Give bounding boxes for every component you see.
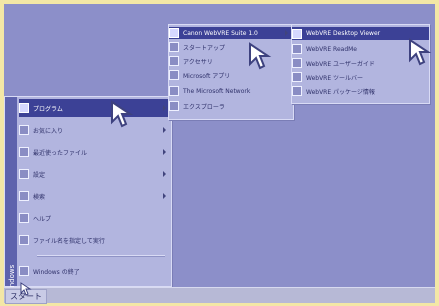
mouse-pointer-icon	[409, 38, 432, 66]
search-icon	[19, 191, 29, 201]
settings-icon	[19, 169, 29, 179]
start-menu-item-label: お気に入り	[33, 127, 64, 135]
start-menu-item-label: 最近使ったファイル	[33, 149, 88, 157]
favorites-folder-icon	[19, 125, 29, 135]
viewer-icon	[292, 28, 302, 39]
submenu-item-label: WebVRE パッケージ情報	[306, 88, 375, 96]
submenu-item-label: WebVRE ツールバー	[306, 74, 364, 82]
start-menu-item-favorites[interactable]: お気に入り	[19, 121, 171, 139]
programs-menu-item-explorer[interactable]: エクスプローラ	[169, 100, 293, 112]
mouse-pointer-icon	[20, 282, 32, 296]
start-menu-item-label: プログラム	[33, 105, 63, 113]
submenu-arrow-icon	[163, 149, 166, 155]
windows-side-label: Windows	[8, 264, 16, 296]
start-menu-item-help[interactable]: ヘルプ	[19, 209, 171, 227]
programs-menu-item-label: スタートアップ	[183, 44, 226, 52]
programs-menu-item-microsoft-apps[interactable]: Microsoft アプリ	[169, 69, 293, 81]
start-menu-item-label: 設定	[33, 171, 46, 179]
programs-menu-item-label: The Microsoft Network	[183, 87, 251, 95]
program-folder-icon	[169, 42, 179, 52]
programs-menu-item-label: アクセサリ	[183, 58, 213, 66]
start-menu-item-label: ファイル名を指定して実行	[33, 237, 105, 245]
submenu-item-label: WebVRE ユーザーガイド	[306, 60, 375, 68]
documents-icon	[19, 147, 29, 157]
explorer-icon	[169, 101, 179, 111]
start-menu-item-search[interactable]: 検索	[19, 187, 171, 205]
submenu-arrow-icon	[163, 171, 166, 177]
start-menu-item-run[interactable]: ファイル名を指定して実行	[19, 231, 171, 249]
submenu-arrow-icon	[163, 105, 166, 111]
submenu-item-label: WebVRE Desktop Viewer	[306, 30, 381, 37]
mouse-pointer-icon	[249, 42, 272, 70]
programs-menu: Canon WebVRE Suite 1.0 スタートアップ アクセサリ Mic…	[168, 24, 294, 120]
start-menu-item-label: ヘルプ	[33, 215, 52, 223]
document-icon	[292, 44, 302, 54]
program-folder-icon	[169, 28, 179, 38]
programs-menu-item-label: Microsoft アプリ	[183, 72, 231, 80]
start-menu-item-label: Windows の終了	[33, 268, 80, 276]
start-menu-item-programs[interactable]: プログラム	[19, 99, 171, 117]
start-menu: Windows プログラム お気に入り 最近使ったファイル 設定 検索 ヘルプ …	[4, 96, 172, 296]
shutdown-icon	[19, 266, 29, 276]
run-icon	[19, 235, 29, 245]
start-menu-item-label: 検索	[33, 193, 46, 201]
program-folder-icon	[169, 56, 179, 66]
submenu-arrow-icon	[285, 30, 288, 36]
network-icon	[169, 86, 179, 96]
start-menu-item-documents[interactable]: 最近使ったファイル	[19, 143, 171, 161]
start-menu-side-banner: Windows	[5, 97, 17, 296]
mouse-pointer-icon	[111, 100, 134, 128]
programs-menu-item-label: Canon WebVRE Suite 1.0	[183, 29, 258, 37]
guide-icon	[292, 58, 302, 68]
taskbar: スタート	[4, 287, 435, 304]
submenu-item-toolbar[interactable]: WebVRE ツールバー	[292, 71, 429, 83]
submenu-item-label: WebVRE ReadMe	[306, 45, 357, 53]
toolbar-icon	[292, 72, 302, 82]
help-icon	[19, 213, 29, 223]
programs-menu-item-msn[interactable]: The Microsoft Network	[169, 85, 293, 97]
start-menu-item-settings[interactable]: 設定	[19, 165, 171, 183]
programs-folder-icon	[19, 103, 29, 113]
start-menu-item-shutdown[interactable]: Windows の終了	[19, 261, 171, 281]
programs-menu-item-canon-webvre[interactable]: Canon WebVRE Suite 1.0	[169, 27, 293, 39]
submenu-arrow-icon	[163, 193, 166, 199]
application-icon	[169, 70, 179, 80]
programs-menu-item-label: エクスプローラ	[183, 103, 225, 111]
submenu-item-package-info[interactable]: WebVRE パッケージ情報	[292, 85, 429, 97]
info-icon	[292, 86, 302, 96]
submenu-arrow-icon	[163, 127, 166, 133]
menu-separator	[37, 255, 165, 256]
